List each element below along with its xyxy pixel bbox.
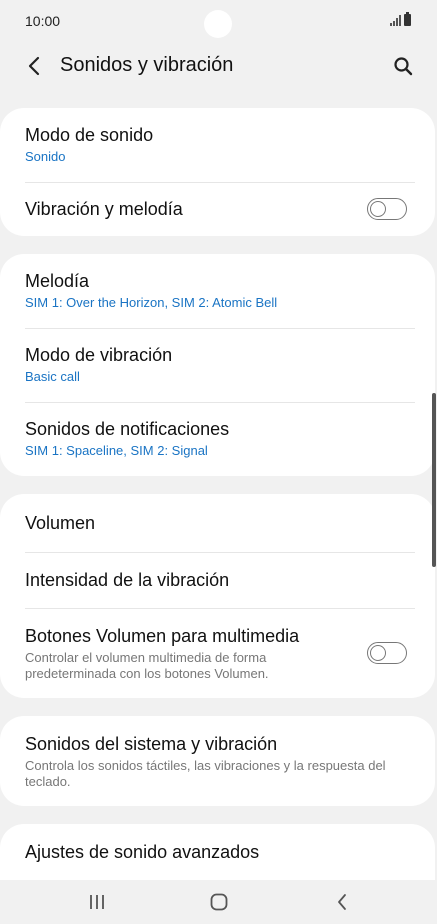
setting-row-volume-keys-media[interactable]: Botones Volumen para multimedia Controla… <box>0 608 435 698</box>
setting-subtitle: SIM 1: Spaceline, SIM 2: Signal <box>25 443 208 458</box>
camera-cutout <box>204 10 232 38</box>
back-nav-button[interactable] <box>327 890 357 914</box>
recent-apps-button[interactable] <box>82 890 112 914</box>
setting-row-sound-mode[interactable]: Modo de sonido Sonido <box>0 108 435 182</box>
setting-subtitle: Sonido <box>25 149 66 164</box>
app-header: Sonidos y vibración <box>0 44 437 88</box>
page-title: Sonidos y vibración <box>60 54 234 76</box>
setting-row-advanced-sound[interactable]: Ajustes de sonido avanzados <box>0 824 435 880</box>
status-bar: 10:00 <box>0 0 437 44</box>
setting-title: Melodía <box>25 271 90 291</box>
back-nav-icon <box>338 894 346 910</box>
setting-row-vibration-pattern[interactable]: Modo de vibración Basic call <box>0 328 435 402</box>
setting-title: Vibración y melodía <box>25 199 183 219</box>
search-button[interactable] <box>389 52 417 80</box>
setting-subtitle: Basic call <box>25 369 80 384</box>
setting-row-ringtone[interactable]: Melodía SIM 1: Over the Horizon, SIM 2: … <box>0 254 435 328</box>
setting-title: Modo de vibración <box>25 345 173 365</box>
battery-icon <box>404 12 411 26</box>
setting-row-vibration-melody[interactable]: Vibración y melodía <box>0 182 435 236</box>
scrollbar-thumb[interactable] <box>432 393 436 567</box>
navigation-bar <box>0 880 437 924</box>
settings-card-sound-mode: Modo de sonido Sonido Vibración y melodí… <box>0 108 435 236</box>
setting-title: Sonidos de notificaciones <box>25 419 230 439</box>
setting-row-system-sounds[interactable]: Sonidos del sistema y vibración Controla… <box>0 716 435 806</box>
setting-row-volume[interactable]: Volumen <box>0 494 435 552</box>
volume-keys-media-toggle[interactable] <box>367 642 407 664</box>
recent-apps-icon <box>90 895 104 909</box>
setting-title: Ajustes de sonido avanzados <box>25 842 260 862</box>
setting-description: Controla los sonidos táctiles, las vibra… <box>25 757 386 789</box>
setting-title: Volumen <box>25 513 96 533</box>
setting-title: Modo de sonido <box>25 125 154 145</box>
settings-card-ringtones: Melodía SIM 1: Over the Horizon, SIM 2: … <box>0 254 435 476</box>
setting-description: Controlar el volumen multimedia de forma… <box>25 649 269 681</box>
setting-row-vibration-intensity[interactable]: Intensidad de la vibración <box>0 552 435 608</box>
setting-row-notification-sounds[interactable]: Sonidos de notificaciones SIM 1: Spaceli… <box>0 402 435 476</box>
vibration-melody-toggle[interactable] <box>367 198 407 220</box>
status-time: 10:00 <box>25 13 61 29</box>
chevron-left-icon <box>28 56 40 76</box>
setting-title: Botones Volumen para multimedia <box>25 625 300 646</box>
signal-icon <box>390 14 401 26</box>
setting-subtitle: SIM 1: Over the Horizon, SIM 2: Atomic B… <box>25 295 278 310</box>
status-icons <box>390 12 411 26</box>
back-button[interactable] <box>20 52 48 80</box>
settings-card-system-sounds: Sonidos del sistema y vibración Controla… <box>0 716 435 806</box>
search-icon <box>394 57 413 76</box>
setting-title: Intensidad de la vibración <box>25 570 230 590</box>
setting-title: Sonidos del sistema y vibración <box>25 733 278 754</box>
settings-card-volume: Volumen Intensidad de la vibración Boton… <box>0 494 435 698</box>
home-button[interactable] <box>204 890 234 914</box>
home-icon <box>210 893 228 911</box>
